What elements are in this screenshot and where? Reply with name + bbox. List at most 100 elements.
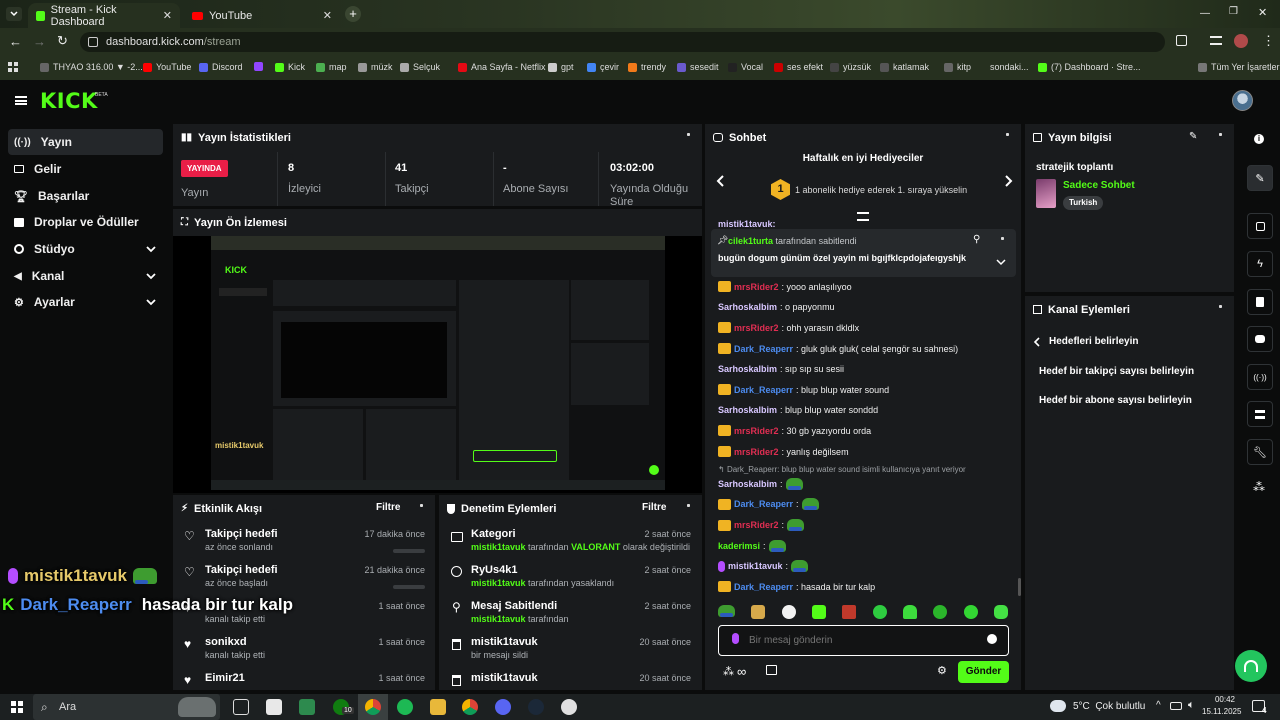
tab-search-button[interactable] xyxy=(6,7,22,21)
chat-username[interactable]: mrsRider2 xyxy=(734,520,779,530)
tool-button[interactable] xyxy=(1247,213,1273,239)
chevron-right-icon[interactable] xyxy=(1003,174,1015,188)
menu-dots-icon[interactable]: ⋮ xyxy=(1262,33,1275,49)
tool-button[interactable] xyxy=(1247,401,1273,427)
bookmark-cevir[interactable]: çevir xyxy=(587,62,619,72)
apps-grid-icon[interactable] xyxy=(8,62,18,72)
chat-username[interactable]: Sarhoskalbim xyxy=(718,302,777,312)
chat-username[interactable]: mrsRider2 xyxy=(734,447,779,457)
forward-arrow-icon[interactable]: → xyxy=(33,34,46,49)
tab-youtube[interactable]: YouTube ✕ xyxy=(184,3,340,28)
bookmark-discord[interactable]: Discord xyxy=(199,62,243,72)
gift-box-icon[interactable] xyxy=(766,665,777,675)
chat-username[interactable]: Sarhoskalbim xyxy=(718,405,777,415)
emote-cat[interactable] xyxy=(751,605,766,619)
emote-ball[interactable] xyxy=(872,605,887,619)
sidebar-item-yayin[interactable]: ((·)) Yayın xyxy=(8,129,163,155)
bookmark-netflix[interactable]: Ana Sayfa - Netflix xyxy=(458,62,546,72)
emote-green-face[interactable] xyxy=(811,605,826,619)
more-options-icon[interactable] xyxy=(1006,133,1009,143)
minimize-icon[interactable]: — xyxy=(1200,8,1210,19)
tab-kick-dashboard[interactable]: Stream - Kick Dashboard ✕ xyxy=(28,3,180,28)
pinned-message[interactable]: 📌︎ cilek1turta tarafından sabitlendi ⚲ b… xyxy=(711,229,1016,277)
emote-alien[interactable] xyxy=(933,605,948,619)
user-avatar[interactable] xyxy=(1232,90,1253,111)
set-subscriber-goal-option[interactable]: Hedef bir abone sayısı belirleyin xyxy=(1039,395,1192,406)
window-close-icon[interactable]: ✕ xyxy=(1258,6,1267,19)
tool-button[interactable] xyxy=(1247,289,1273,315)
chat-message[interactable]: Dark_Reaperr: xyxy=(718,498,819,510)
tool-button[interactable]: ((·)) xyxy=(1247,364,1273,390)
chat-message[interactable]: mrsRider2: 30 gb yazıyordu orda xyxy=(718,425,871,436)
chat-message[interactable]: mistik1tavuk: xyxy=(718,560,809,572)
address-bar[interactable]: dashboard.kick.com/stream xyxy=(80,32,1165,52)
infinity-icon[interactable]: ∞ xyxy=(737,664,746,679)
chat-message[interactable]: mrsRider2: yooo anlaşılıyoo xyxy=(718,281,852,292)
bookmark-selcuk[interactable]: Selçuk xyxy=(400,62,440,72)
bookmark-ses-efekt[interactable]: ses efekt xyxy=(774,62,823,72)
emote-pepe[interactable] xyxy=(718,605,735,617)
bookmark-katlamak[interactable]: katlamak xyxy=(880,62,929,72)
more-options-icon[interactable] xyxy=(687,133,690,143)
stream-preview-video[interactable]: KICK mistik1tavuk xyxy=(173,236,702,493)
sidebar-item-studyo[interactable]: Stüdyo xyxy=(8,236,163,262)
obs-icon[interactable] xyxy=(561,699,577,715)
chat-username[interactable]: mrsRider2 xyxy=(734,282,779,292)
extensions-icon[interactable] xyxy=(1176,35,1187,46)
chat-username[interactable]: mrsRider2 xyxy=(734,426,779,436)
bookmark-sesedit[interactable]: sesedit xyxy=(677,62,719,72)
chrome-icon[interactable] xyxy=(365,699,381,715)
reload-icon[interactable]: ↻ xyxy=(57,33,68,49)
kick-logo[interactable]: KICK xyxy=(40,89,98,113)
keyboard-icon[interactable] xyxy=(1170,702,1182,710)
bookmark-gpt[interactable]: gpt xyxy=(548,62,574,72)
new-tab-plus-icon[interactable]: + xyxy=(345,6,361,22)
chat-message[interactable]: Dark_Reaperr: hasada bir tur kalp xyxy=(718,581,875,592)
tray-chevron-up-icon[interactable]: ^ xyxy=(1156,700,1161,711)
bookmark-kick[interactable]: Kick xyxy=(275,62,305,72)
chat-username[interactable]: mistik1tavuk xyxy=(728,561,783,571)
clock-time[interactable]: 00:42 xyxy=(1210,695,1235,704)
tool-button[interactable]: 🔧︎ xyxy=(1247,439,1273,465)
windows-start-icon[interactable] xyxy=(11,701,23,713)
bookmark-sondaki[interactable]: sondaki... xyxy=(990,62,1029,72)
spotify-icon[interactable] xyxy=(397,699,413,715)
bookmark-youtube[interactable]: YouTube xyxy=(143,62,191,72)
more-options-icon[interactable] xyxy=(687,504,690,514)
chat-scrollbar[interactable] xyxy=(1018,578,1021,596)
chat-username[interactable]: Dark_Reaperr xyxy=(734,344,793,354)
more-options-icon[interactable] xyxy=(1219,305,1222,315)
tool-button[interactable]: ϟ xyxy=(1247,251,1273,277)
info-circle-icon[interactable]: i xyxy=(1254,134,1264,144)
community-icon[interactable]: ⁂ xyxy=(1253,480,1265,494)
community-icon[interactable]: ⁂ xyxy=(723,665,734,678)
bookmark-kitp[interactable]: kitp xyxy=(944,62,971,72)
chat-message[interactable]: Sarhoskalbim: sıp sıp su sesii xyxy=(718,364,844,374)
category-name[interactable]: Sadece Sohbet xyxy=(1063,180,1135,191)
hamburger-menu-icon[interactable] xyxy=(15,96,27,105)
store-icon[interactable] xyxy=(299,699,315,715)
bookmark-thyao[interactable]: THYAO 316.00 ▼ -2.... xyxy=(40,62,145,72)
emote-box[interactable] xyxy=(842,605,857,619)
sidebar-item-droplar[interactable]: Droplar ve Ödüller xyxy=(8,209,163,235)
bookmark-trendy[interactable]: trendy xyxy=(628,62,666,72)
discord-icon[interactable] xyxy=(495,699,511,715)
profile-avatar[interactable] xyxy=(1234,34,1248,48)
chat-username[interactable]: kaderimsi xyxy=(718,541,760,551)
edit-mode-button[interactable]: ✎ xyxy=(1247,165,1273,191)
bookmark-twitch[interactable] xyxy=(254,62,267,71)
sidebar-item-gelir[interactable]: Gelir xyxy=(8,156,163,182)
sidebar-item-basarilar[interactable]: 🏆︎ Başarılar xyxy=(8,183,163,209)
chat-settings-gear-icon[interactable]: ⚙︎ xyxy=(937,664,947,677)
more-options-icon[interactable] xyxy=(1219,133,1222,143)
steam-icon[interactable] xyxy=(528,699,544,715)
emoji-picker-icon[interactable] xyxy=(987,634,997,644)
emote-chat[interactable] xyxy=(993,605,1008,619)
back-arrow-icon[interactable]: ← xyxy=(9,34,22,49)
send-button[interactable]: Gönder xyxy=(958,661,1009,683)
file-explorer-icon[interactable] xyxy=(430,699,446,715)
chat-message[interactable]: Sarhoskalbim: o papyonmu xyxy=(718,302,835,312)
chrome-icon[interactable] xyxy=(462,699,478,715)
set-follower-goal-option[interactable]: Hedef bir takipçi sayısı belirleyin xyxy=(1039,366,1194,377)
weather-text[interactable]: 5°C Çok bulutlu xyxy=(1073,701,1145,712)
